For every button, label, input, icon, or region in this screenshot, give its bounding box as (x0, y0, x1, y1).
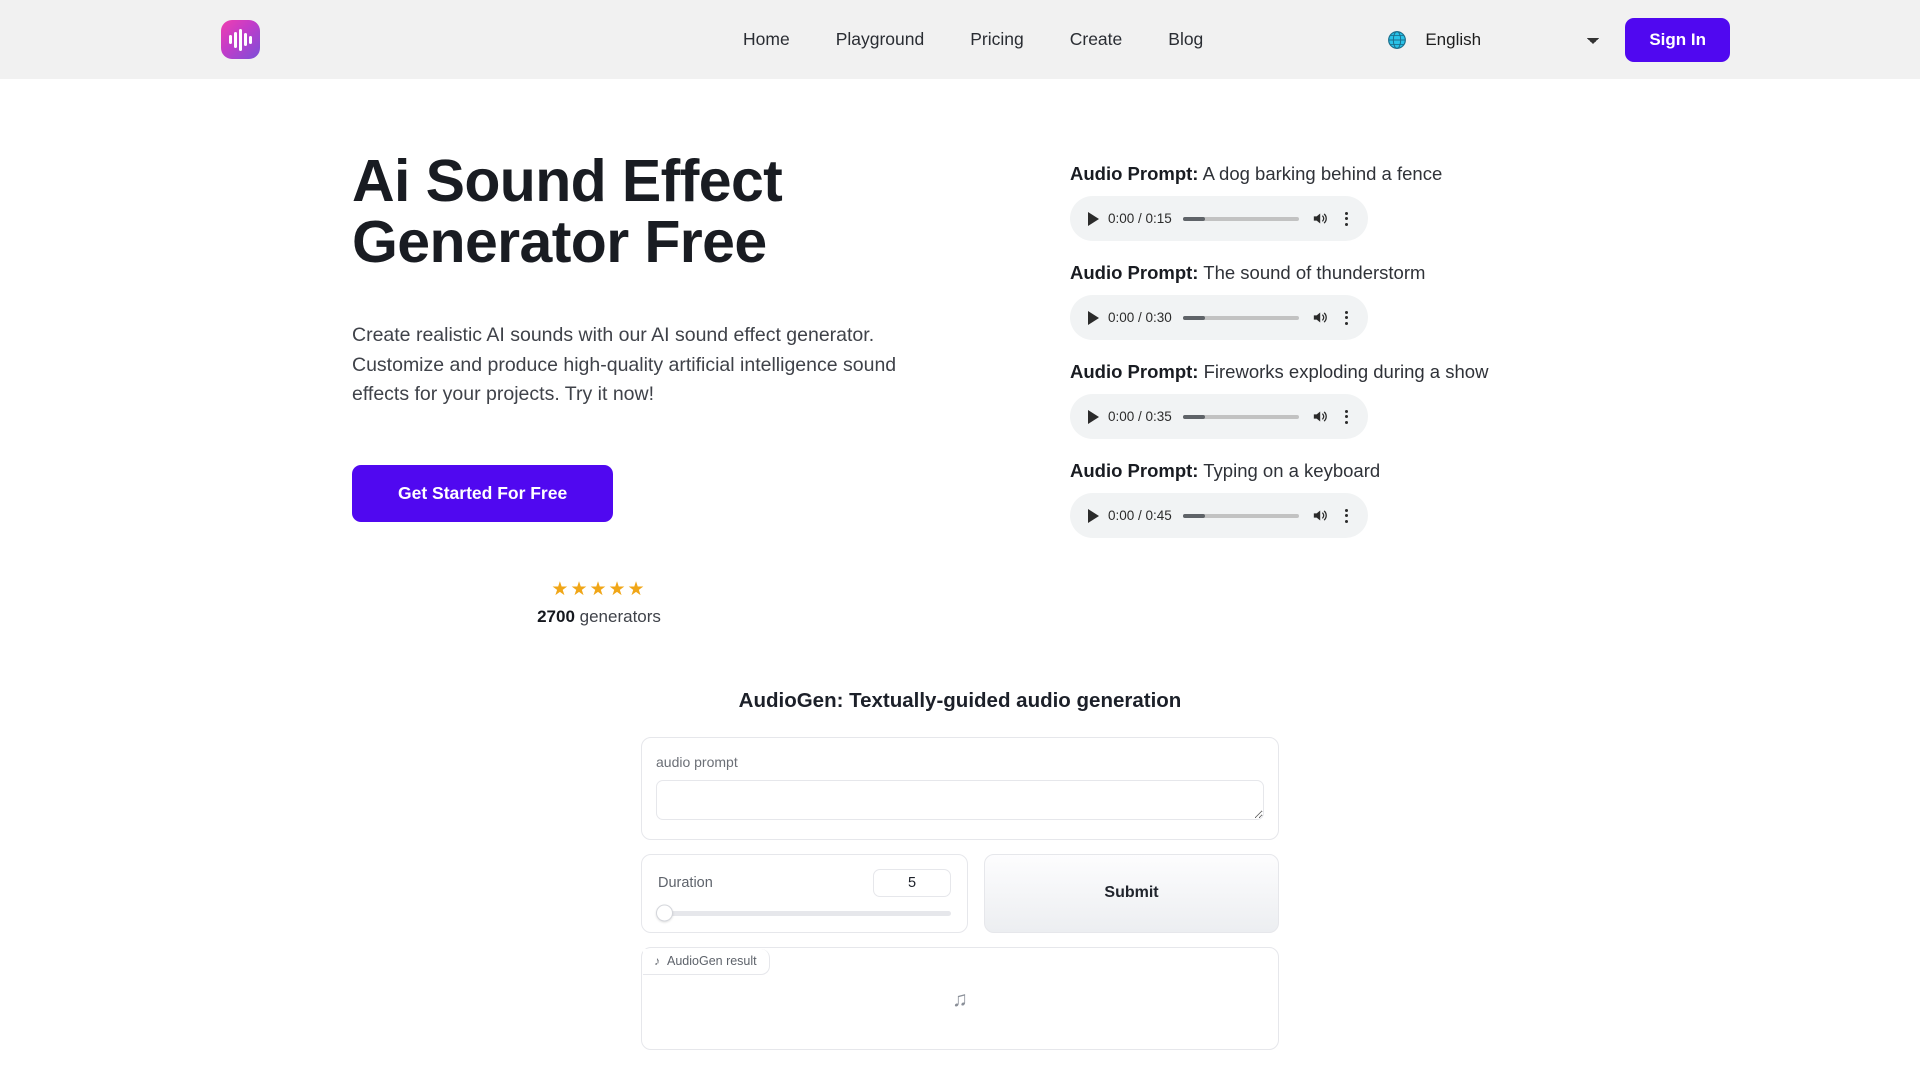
audio-prompt-text: Fireworks exploding during a show (1203, 361, 1489, 382)
audiogen-section: AudioGen: Textually-guided audio generat… (0, 689, 1920, 1050)
page-title: Ai Sound Effect Generator Free (352, 151, 972, 273)
audio-prompt-input-label: audio prompt (656, 753, 738, 770)
play-icon[interactable] (1088, 310, 1099, 325)
hero-left-column: Ai Sound Effect Generator Free Create re… (352, 151, 972, 627)
audio-time-display: 0:00 / 0:35 (1108, 409, 1172, 424)
duration-control: Duration (641, 853, 968, 933)
music-note-icon: ♪ (654, 953, 660, 968)
duration-slider[interactable] (656, 904, 951, 922)
hero-title-line-2: Generator Free (352, 209, 767, 275)
site-header: Home Playground Pricing Create Blog Engl… (0, 0, 1920, 79)
sign-in-button[interactable]: Sign In (1625, 17, 1730, 62)
generator-count-label: generators (579, 606, 661, 626)
audiogen-result-panel: ♪ AudioGen result ♫ (641, 946, 1279, 1050)
audio-prompt-prefix: Audio Prompt: (1070, 262, 1199, 283)
star-rating-icon: ★★★★★ (551, 578, 647, 600)
nav-item-create[interactable]: Create (1047, 23, 1146, 56)
music-note-icon: ♫ (952, 988, 968, 1012)
waveform-bar (244, 33, 247, 46)
site-logo[interactable] (221, 20, 260, 59)
audio-prompt-text: Typing on a keyboard (1203, 460, 1381, 481)
waveform-bar (229, 35, 232, 44)
audio-prompt-prefix: Audio Prompt: (1070, 163, 1199, 184)
duration-label: Duration (658, 874, 713, 891)
play-icon[interactable] (1088, 211, 1099, 226)
audio-player[interactable]: 0:00 / 0:30 (1070, 295, 1368, 340)
header-actions: English Sign In (1387, 17, 1730, 62)
nav-item-blog[interactable]: Blog (1145, 23, 1226, 56)
sample-prompt-label: Audio Prompt: The sound of thunderstorm (1070, 262, 1488, 284)
main-navigation: Home Playground Pricing Create Blog (720, 23, 1226, 56)
volume-icon[interactable] (1310, 309, 1329, 326)
audio-progress-slider[interactable] (1182, 414, 1299, 419)
hero-subtitle: Create realistic AI sounds with our AI s… (352, 324, 897, 405)
audio-progress-slider[interactable] (1182, 216, 1299, 221)
sample-prompts-list: Audio Prompt: A dog barking behind a fen… (1070, 151, 1488, 627)
sample-prompt-label: Audio Prompt: Fireworks exploding during… (1070, 361, 1488, 383)
sample-prompt-item: Audio Prompt: A dog barking behind a fen… (1070, 163, 1488, 241)
volume-icon[interactable] (1310, 408, 1329, 425)
audio-time-display: 0:00 / 0:15 (1108, 211, 1172, 226)
rating-block: ★★★★★ 2700 generators (524, 578, 674, 627)
prompt-card: audio prompt (641, 736, 1279, 840)
sample-prompt-label: Audio Prompt: Typing on a keyboard (1070, 460, 1488, 482)
waveform-bar (249, 35, 252, 44)
audio-prompt-text: A dog barking behind a fence (1202, 163, 1443, 184)
nav-item-playground[interactable]: Playground (813, 23, 948, 56)
audiogen-result-tab-label: AudioGen result (667, 953, 757, 968)
audio-progress-slider[interactable] (1182, 315, 1299, 320)
audio-prompt-input[interactable] (656, 779, 1264, 820)
audio-player[interactable]: 0:00 / 0:35 (1070, 394, 1368, 439)
more-options-icon[interactable] (1338, 309, 1354, 326)
audiogen-form: audio prompt Duration Submit ♪ AudioGen … (641, 736, 1279, 1050)
more-options-icon[interactable] (1338, 408, 1354, 425)
sample-prompt-item: Audio Prompt: The sound of thunderstorm … (1070, 262, 1488, 340)
audio-prompt-text: The sound of thunderstorm (1203, 262, 1426, 283)
duration-header: Duration (658, 868, 951, 897)
controls-row: Duration Submit (641, 853, 1279, 933)
waveform-bar (234, 31, 237, 48)
audio-progress-slider[interactable] (1182, 513, 1299, 518)
more-options-icon[interactable] (1338, 210, 1354, 227)
hero-title-line-1: Ai Sound Effect (352, 148, 783, 214)
audio-time-display: 0:00 / 0:30 (1108, 310, 1172, 325)
sample-prompt-item: Audio Prompt: Typing on a keyboard 0:00 … (1070, 460, 1488, 538)
audio-prompt-prefix: Audio Prompt: (1070, 361, 1199, 382)
volume-icon[interactable] (1310, 210, 1329, 227)
audiogen-result-tab[interactable]: ♪ AudioGen result (643, 948, 770, 975)
audio-player[interactable]: 0:00 / 0:45 (1070, 493, 1368, 538)
sample-prompt-label: Audio Prompt: A dog barking behind a fen… (1070, 163, 1488, 185)
audio-player[interactable]: 0:00 / 0:15 (1070, 196, 1368, 241)
globe-icon (1388, 30, 1407, 49)
nav-item-home[interactable]: Home (720, 23, 813, 56)
audio-time-display: 0:00 / 0:45 (1108, 508, 1172, 523)
hero-section: Ai Sound Effect Generator Free Create re… (0, 79, 1920, 627)
waveform-bar (239, 28, 242, 51)
sample-prompt-item: Audio Prompt: Fireworks exploding during… (1070, 361, 1488, 439)
duration-value-input[interactable] (873, 868, 951, 897)
language-select[interactable]: English (1417, 24, 1612, 55)
play-icon[interactable] (1088, 508, 1099, 523)
generator-count: 2700 generators (524, 607, 674, 627)
volume-icon[interactable] (1310, 507, 1329, 524)
generator-count-value: 2700 (537, 606, 575, 626)
duration-slider-thumb[interactable] (656, 904, 673, 922)
get-started-button[interactable]: Get Started For Free (352, 464, 614, 522)
more-options-icon[interactable] (1338, 507, 1354, 524)
audio-prompt-prefix: Audio Prompt: (1070, 460, 1199, 481)
nav-item-pricing[interactable]: Pricing (947, 23, 1047, 56)
audiogen-title: AudioGen: Textually-guided audio generat… (738, 688, 1182, 712)
play-icon[interactable] (1088, 409, 1099, 424)
submit-button[interactable]: Submit (984, 853, 1279, 933)
